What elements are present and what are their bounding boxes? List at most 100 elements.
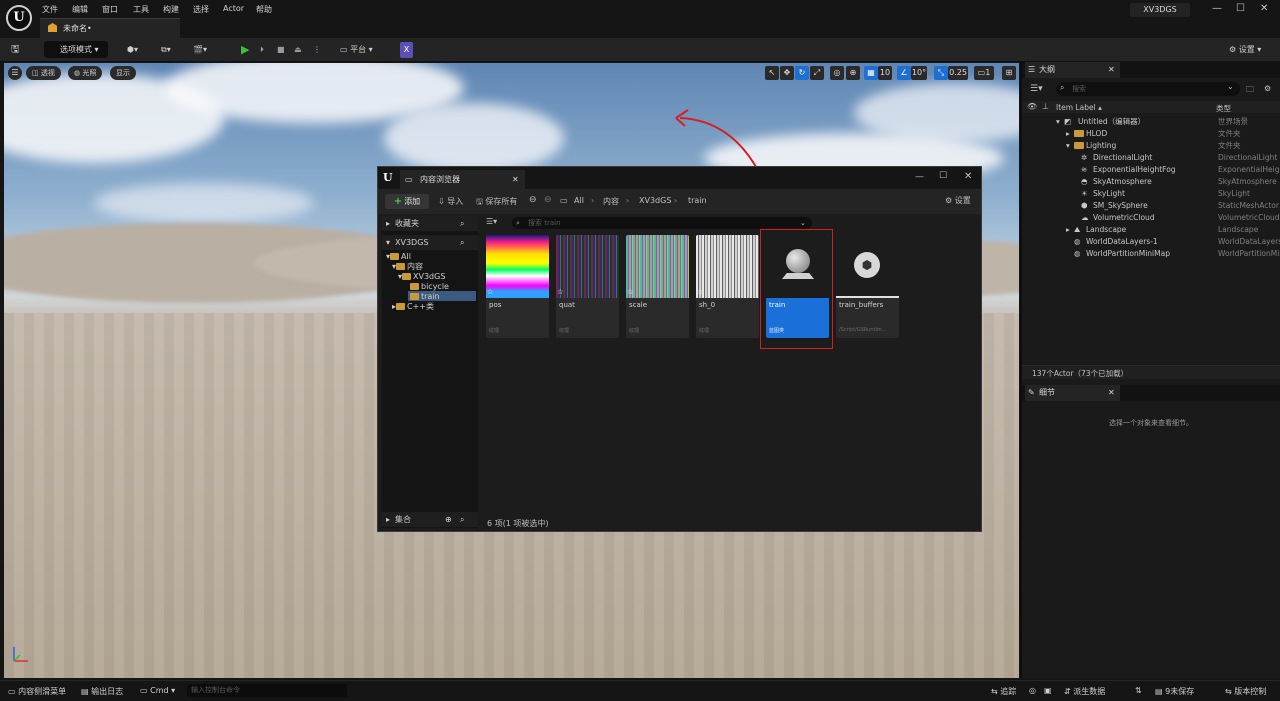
- record-icon[interactable]: ◎: [1029, 686, 1036, 695]
- breadcrumb-content[interactable]: 内容: [603, 196, 619, 207]
- menu-file[interactable]: 文件: [42, 4, 58, 15]
- visibility-eye-icon[interactable]: 👁: [1027, 102, 1037, 111]
- output-log-button[interactable]: ▤ 输出日志: [81, 686, 123, 697]
- scale-snap-icon[interactable]: ⤡: [934, 66, 948, 80]
- viewport-layout-icon[interactable]: ⊞: [1002, 66, 1016, 80]
- trace-button[interactable]: ⇆ 追踪: [991, 686, 1016, 697]
- add-collection-icon[interactable]: ⊕: [445, 512, 452, 527]
- step-icon[interactable]: ⏵: [260, 42, 264, 58]
- project-header[interactable]: ▾ XV3DGS ⌕: [382, 235, 478, 250]
- asset-search-input[interactable]: ⌕ 搜索 train ⌄: [512, 217, 812, 229]
- menu-build[interactable]: 构建: [163, 4, 179, 15]
- outliner-row-height-fog[interactable]: ≋ ExponentialHeightFog ExponentialHeight…: [1022, 164, 1280, 176]
- asset-tile-sh0[interactable]: ☆ sh_0 纹理: [696, 235, 759, 338]
- outliner-row-minimap[interactable]: ◍ WorldPartitionMiniMap WorldPartitionMi…: [1022, 248, 1280, 260]
- world-space-icon[interactable]: ◎: [830, 66, 844, 80]
- eject-icon[interactable]: ⏏: [294, 42, 302, 58]
- outliner-row-hlod[interactable]: ▸ HLOD 文件夹: [1022, 128, 1280, 140]
- content-browser-window[interactable]: U ▭ 内容浏览器 ✕ — ☐ ✕ + 添加 ⇩ 导入 🖫 保存所有 ⊖ ⊖ ▭ …: [377, 166, 982, 532]
- unsaved-button[interactable]: ▤ 9未保存: [1155, 686, 1194, 697]
- outliner-row-lighting[interactable]: ▾ Lighting 文件夹: [1022, 140, 1280, 152]
- camera-speed-button[interactable]: ▭1: [974, 66, 994, 80]
- save-icon[interactable]: 🖫: [11, 42, 20, 58]
- maximize-icon[interactable]: ☐: [939, 171, 947, 181]
- cinematics-icon[interactable]: 🎬▾: [193, 42, 207, 58]
- collections-header[interactable]: ▸ 集合 ⊕ ⌕: [382, 512, 478, 527]
- selection-mode-button[interactable]: 选项模式 ▾: [44, 41, 108, 58]
- asset-tile-pos[interactable]: ☆ pos 纹理: [486, 235, 549, 338]
- menu-tools[interactable]: 工具: [133, 4, 149, 15]
- asset-tile-quat[interactable]: ☆ quat 纹理: [556, 235, 619, 338]
- level-tab[interactable]: 未命名•: [40, 18, 180, 38]
- rotate-tool-icon[interactable]: ↻: [795, 66, 809, 80]
- chevron-down-icon[interactable]: ⌄: [800, 217, 806, 229]
- tab-close-icon[interactable]: ✕: [1108, 385, 1115, 401]
- platforms-button[interactable]: ▭ 平台 ▾: [340, 42, 373, 58]
- folder-icon[interactable]: ▭: [560, 196, 568, 205]
- settings-button[interactable]: ⚙ 设置 ▾: [1229, 42, 1261, 58]
- menu-actor[interactable]: Actor: [223, 4, 244, 13]
- outliner-row-sky-atmosphere[interactable]: ◓ SkyAtmosphere SkyAtmosphere: [1022, 176, 1280, 188]
- search-icon[interactable]: ⌕: [460, 512, 464, 527]
- pin-icon[interactable]: ⊥: [1042, 102, 1049, 111]
- tree-item-xv3dgs[interactable]: ▾ XV3dGS: [398, 272, 445, 282]
- import-button[interactable]: ⇩ 导入: [438, 196, 463, 207]
- rotation-snap-icon[interactable]: ∠: [897, 66, 911, 80]
- back-icon[interactable]: ⊖: [529, 195, 537, 205]
- menu-edit[interactable]: 编辑: [72, 4, 88, 15]
- filter-icon[interactable]: ☰▾: [486, 217, 497, 226]
- menu-select[interactable]: 选择: [193, 4, 209, 15]
- derived-data-button[interactable]: ⇵ 派生数据: [1064, 686, 1105, 697]
- menu-help[interactable]: 帮助: [256, 4, 272, 15]
- show-button[interactable]: 显示: [110, 66, 136, 80]
- breadcrumb-all[interactable]: All: [574, 196, 584, 205]
- grid-snap-icon[interactable]: ▦: [864, 66, 878, 80]
- settings-icon[interactable]: ⚙: [1264, 84, 1271, 93]
- screenshot-icon[interactable]: ▣: [1044, 686, 1052, 695]
- outliner-row-volumetric-cloud[interactable]: ☁ VolumetricCloud VolumetricCloud: [1022, 212, 1280, 224]
- plugin-x-icon[interactable]: X: [400, 42, 413, 58]
- outliner-row-directional-light[interactable]: ✲ DirectionalLight DirectionalLight: [1022, 152, 1280, 164]
- search-icon[interactable]: ⌕: [460, 216, 464, 231]
- translate-tool-icon[interactable]: ✥: [780, 66, 794, 80]
- outliner-tab[interactable]: ☰ 大纲 ✕: [1025, 62, 1120, 78]
- perspective-button[interactable]: ◫ 透视: [26, 66, 61, 80]
- breadcrumb-train[interactable]: train: [688, 196, 707, 205]
- add-actor-icon[interactable]: ⬢▾: [127, 42, 138, 58]
- favorites-header[interactable]: ▸ 收藏夹 ⌕: [382, 216, 478, 231]
- add-button[interactable]: + 添加: [385, 194, 429, 209]
- tab-close-icon[interactable]: ✕: [1108, 62, 1115, 78]
- tree-item-cpp-classes[interactable]: ▸ C++类: [392, 302, 434, 312]
- surface-snap-icon[interactable]: ⊕: [846, 66, 860, 80]
- viewport-menu-icon[interactable]: ☰: [8, 66, 22, 80]
- scale-tool-icon[interactable]: ⤢: [810, 66, 824, 80]
- rotation-snap-value[interactable]: 10°: [911, 66, 927, 80]
- chevron-down-icon[interactable]: ⌄: [1227, 82, 1234, 91]
- search-icon[interactable]: ⌕: [460, 235, 464, 250]
- col-item-label[interactable]: Item Label ▴: [1056, 103, 1102, 112]
- minimize-icon[interactable]: —: [1212, 3, 1222, 14]
- unreal-logo[interactable]: U: [6, 5, 32, 31]
- minimize-icon[interactable]: —: [915, 172, 924, 182]
- revision-control-button[interactable]: ⇆ 版本控制: [1225, 686, 1266, 697]
- tree-item-content[interactable]: ▾ 内容: [392, 262, 423, 272]
- outliner-row-sky-light[interactable]: ☀ SkyLight SkyLight: [1022, 188, 1280, 200]
- maximize-icon[interactable]: ☐: [1236, 3, 1245, 14]
- filter-icon[interactable]: ☰▾: [1030, 84, 1043, 94]
- content-drawer-button[interactable]: ▭ 内容侧滑菜单: [8, 686, 66, 697]
- tree-item-all[interactable]: ▾ All: [386, 252, 411, 262]
- outliner-row-sky-sphere[interactable]: ⬢ SM_SkySphere StaticMeshActor: [1022, 200, 1280, 212]
- outliner-row-world-data-layers[interactable]: ◍ WorldDataLayers-1 WorldDataLayers: [1022, 236, 1280, 248]
- add-folder-icon[interactable]: 🗀: [1246, 84, 1254, 98]
- cb-settings-button[interactable]: ⚙ 设置: [945, 195, 971, 206]
- breadcrumb-xv3dgs[interactable]: XV3dGS: [639, 196, 671, 205]
- forward-icon[interactable]: ⊖: [544, 195, 552, 205]
- details-tab[interactable]: ✎ 细节 ✕: [1025, 385, 1120, 401]
- play-options-icon[interactable]: ⋮: [313, 42, 321, 58]
- asset-tile-scale[interactable]: ☆ scale 纹理: [626, 235, 689, 338]
- outliner-search-input[interactable]: ⌕ 搜索 ⌄: [1056, 82, 1240, 96]
- play-icon[interactable]: ▶: [241, 42, 249, 58]
- console-command-input[interactable]: 输入控制台命令: [187, 684, 347, 697]
- save-all-button[interactable]: 🖫 保存所有: [476, 196, 517, 210]
- select-tool-icon[interactable]: ↖: [765, 66, 779, 80]
